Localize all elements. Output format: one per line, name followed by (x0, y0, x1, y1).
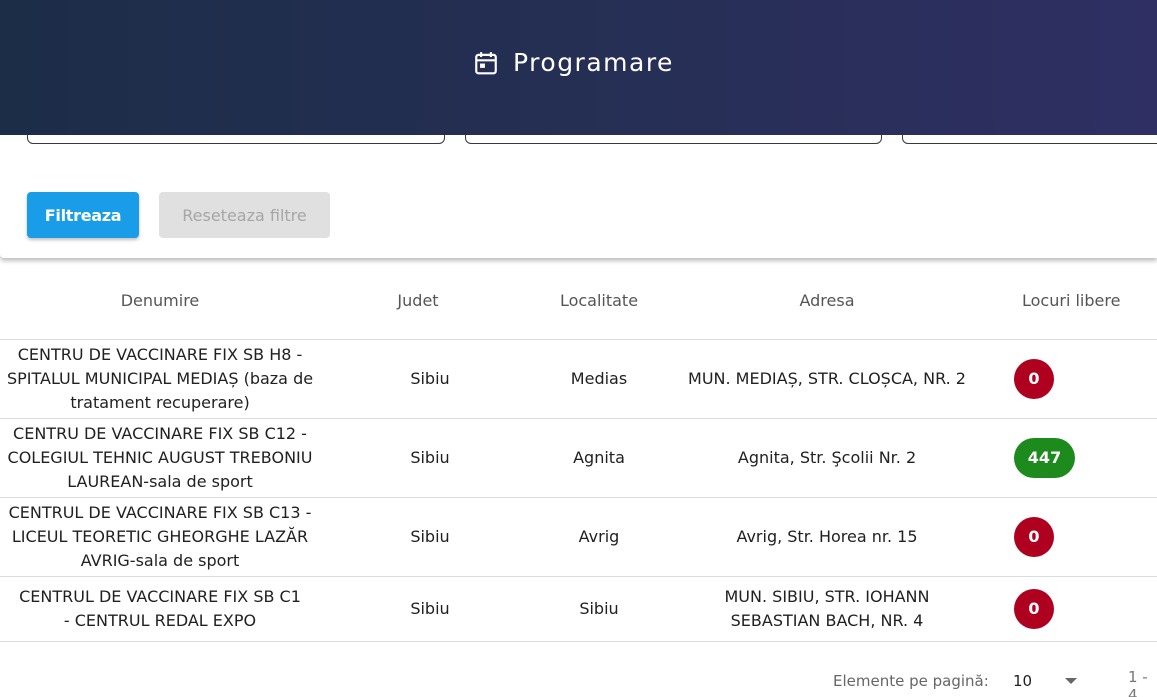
free-slots-badge: 0 (1014, 588, 1054, 629)
items-per-page-select[interactable]: 10 (1013, 672, 1032, 690)
cell-county: Sibiu (320, 497, 540, 577)
centers-table: Denumire Judet Localitate Adresa Locuri … (0, 263, 1157, 642)
cell-address: MUN. MEDIAȘ, STR. CLOȘCA, NR. 2 (658, 339, 996, 419)
dropdown-arrow-icon[interactable] (1065, 678, 1077, 684)
cell-locality: Sibiu (540, 576, 658, 642)
cell-free-slots: 0 (996, 339, 1157, 419)
column-header-county[interactable]: Judet (320, 263, 540, 340)
table-row[interactable]: CENTRUL DE VACCINARE FIX SB C13 - LICEUL… (0, 497, 1157, 577)
table-row[interactable]: CENTRUL DE VACCINARE FIX SB C1 - CENTRUL… (0, 576, 1157, 642)
cell-free-slots: 0 (996, 576, 1157, 642)
column-header-free-slots[interactable]: Locuri libere (996, 263, 1157, 340)
table-header-row: Denumire Judet Localitate Adresa Locuri … (0, 263, 1157, 340)
items-per-page-label: Elemente pe pagină: (833, 672, 989, 690)
column-header-locality[interactable]: Localitate (540, 263, 658, 340)
cell-name: CENTRU DE VACCINARE FIX SB C12 - COLEGIU… (0, 418, 320, 498)
cell-county: Sibiu (320, 418, 540, 498)
page-range-label: 1 - 4 (1128, 668, 1148, 697)
header-title-group: Programare (473, 48, 674, 77)
reset-filters-button[interactable]: Reseteaza filtre (159, 192, 330, 238)
free-slots-badge: 0 (1014, 358, 1054, 399)
cell-free-slots: 447 (996, 418, 1157, 498)
table-row[interactable]: CENTRU DE VACCINARE FIX SB C12 - COLEGIU… (0, 418, 1157, 498)
cell-locality: Avrig (540, 497, 658, 577)
cell-county: Sibiu (320, 339, 540, 419)
column-header-name[interactable]: Denumire (0, 263, 320, 340)
calendar-icon (473, 50, 499, 76)
column-header-address[interactable]: Adresa (658, 263, 996, 340)
cell-locality: Agnita (540, 418, 658, 498)
cell-address: MUN. SIBIU, STR. IOHANN SEBASTIAN BACH, … (658, 576, 996, 642)
cell-address: Avrig, Str. Horea nr. 15 (658, 497, 996, 577)
cell-name: CENTRUL DE VACCINARE FIX SB C1 - CENTRUL… (0, 576, 320, 642)
cell-county: Sibiu (320, 576, 540, 642)
table-row[interactable]: CENTRU DE VACCINARE FIX SB H8 - SPITALUL… (0, 339, 1157, 419)
paginator: Elemente pe pagină: 10 1 - 4 (0, 668, 1157, 697)
cell-name: CENTRUL DE VACCINARE FIX SB C13 - LICEUL… (0, 497, 320, 577)
page-title: Programare (513, 48, 674, 77)
free-slots-badge: 0 (1014, 516, 1054, 557)
filter-button[interactable]: Filtreaza (27, 192, 139, 238)
cell-free-slots: 0 (996, 497, 1157, 577)
cell-name: CENTRU DE VACCINARE FIX SB H8 - SPITALUL… (0, 339, 320, 419)
cell-address: Agnita, Str. Şcolii Nr. 2 (658, 418, 996, 498)
cell-locality: Medias (540, 339, 658, 419)
free-slots-badge: 447 (1014, 437, 1075, 478)
page-header: Programare (0, 0, 1157, 135)
